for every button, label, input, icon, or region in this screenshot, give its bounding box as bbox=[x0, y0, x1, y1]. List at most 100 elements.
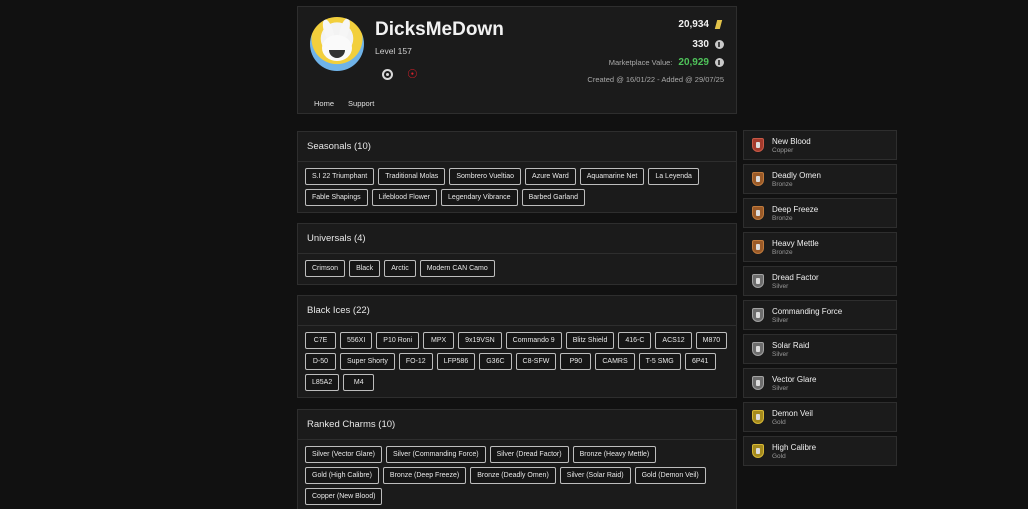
item-tag[interactable]: S.I 22 Triumphant bbox=[305, 168, 375, 185]
charm-badge-icon bbox=[752, 274, 764, 288]
item-tag[interactable]: Bronze (Deep Freeze) bbox=[382, 467, 467, 484]
item-tag[interactable]: Aquamarine Net bbox=[579, 168, 645, 185]
charm-tier: Silver bbox=[772, 351, 789, 358]
ubisoft-icon[interactable] bbox=[382, 69, 393, 80]
universals-list: Crimson Black Arctic Modern CAN Camo bbox=[298, 254, 736, 283]
item-tag[interactable]: Bronze (Deadly Omen) bbox=[470, 467, 556, 484]
section-title: Black Ices (22) bbox=[298, 296, 736, 326]
item-tag[interactable]: MPX bbox=[423, 332, 455, 349]
marketplace-label: Marketplace Value: bbox=[608, 58, 673, 67]
charm-card[interactable]: New Blood Copper bbox=[743, 130, 897, 160]
item-tag[interactable]: P90 bbox=[560, 353, 592, 370]
item-tag[interactable]: Black bbox=[349, 260, 381, 277]
item-tag[interactable]: Crimson bbox=[305, 260, 346, 277]
item-tag[interactable]: M4 bbox=[343, 374, 375, 391]
item-tag[interactable]: 416-C bbox=[618, 332, 652, 349]
section-title: Ranked Charms (10) bbox=[298, 410, 736, 440]
charm-card[interactable]: Vector Glare Silver bbox=[743, 368, 897, 398]
username: DicksMeDown bbox=[375, 19, 504, 40]
item-tag[interactable]: P10 Roni bbox=[376, 332, 420, 349]
item-tag[interactable]: 556XI bbox=[340, 332, 373, 349]
item-tag[interactable]: Arctic bbox=[384, 260, 416, 277]
item-tag[interactable]: T-5 SMG bbox=[638, 353, 681, 370]
profile-nav: Home Support bbox=[314, 99, 374, 108]
item-tag[interactable]: D-50 bbox=[305, 353, 336, 370]
item-tag[interactable]: Commando 9 bbox=[505, 332, 562, 349]
item-tag[interactable]: Silver (Solar Raid) bbox=[559, 467, 631, 484]
item-tag[interactable]: Barbed Garland bbox=[521, 189, 585, 206]
charm-name: Heavy Mettle bbox=[772, 239, 819, 248]
charm-name: Commanding Force bbox=[772, 307, 843, 316]
section-title: Seasonals (10) bbox=[298, 132, 736, 162]
charm-card[interactable]: Deadly Omen Bronze bbox=[743, 164, 897, 194]
charm-card[interactable]: High Calibre Gold bbox=[743, 436, 897, 466]
item-tag[interactable]: Copper (New Blood) bbox=[305, 488, 383, 505]
item-tag[interactable]: Blitz Shield bbox=[565, 332, 615, 349]
renown-coin-icon bbox=[715, 40, 724, 49]
charm-tier: Bronze bbox=[772, 249, 793, 256]
item-tag[interactable]: 9x19VSN bbox=[458, 332, 502, 349]
ranked-charms-list: Silver (Vector Glare) Silver (Commanding … bbox=[298, 440, 736, 509]
charm-badge-icon bbox=[752, 138, 764, 152]
item-tag[interactable]: Gold (High Calibre) bbox=[305, 467, 379, 484]
item-tag[interactable]: Super Shorty bbox=[340, 353, 395, 370]
item-tag[interactable]: Sombrero Vueltiao bbox=[449, 168, 522, 185]
charm-card[interactable]: Solar Raid Silver bbox=[743, 334, 897, 364]
charm-tier: Copper bbox=[772, 147, 794, 154]
item-tag[interactable]: Fable Shapings bbox=[305, 189, 368, 206]
item-tag[interactable]: Traditional Molas bbox=[378, 168, 446, 185]
charm-name: High Calibre bbox=[772, 443, 817, 452]
item-tag[interactable]: G36C bbox=[479, 353, 512, 370]
item-tag[interactable]: L85A2 bbox=[305, 374, 340, 391]
item-tag[interactable]: Silver (Vector Glare) bbox=[305, 446, 383, 463]
avatar bbox=[310, 17, 364, 71]
item-tag[interactable]: La Leyenda bbox=[648, 168, 699, 185]
charm-tier: Bronze bbox=[772, 215, 793, 222]
player-level: Level 157 bbox=[375, 46, 412, 56]
item-tag[interactable]: CAMRS bbox=[595, 353, 635, 370]
nav-support-link[interactable]: Support bbox=[348, 99, 374, 108]
item-tag[interactable]: LFP586 bbox=[436, 353, 476, 370]
item-tag[interactable]: M870 bbox=[695, 332, 728, 349]
item-tag[interactable]: Modern CAN Camo bbox=[419, 260, 495, 277]
item-tag[interactable]: Silver (Dread Factor) bbox=[489, 446, 569, 463]
black-ices-list: C7E 556XI P10 Roni MPX 9x19VSN Commando 9 Blit… bbox=[298, 326, 736, 397]
item-tag[interactable]: C8-SFW bbox=[515, 353, 557, 370]
charm-badge-icon bbox=[752, 240, 764, 254]
item-tag[interactable]: ACS12 bbox=[655, 332, 692, 349]
charm-badge-icon bbox=[752, 206, 764, 220]
charm-badge-icon bbox=[752, 410, 764, 424]
item-tag[interactable]: Bronze (Heavy Mettle) bbox=[572, 446, 657, 463]
charm-name: Deadly Omen bbox=[772, 171, 821, 180]
charm-name: Deep Freeze bbox=[772, 205, 819, 214]
charm-card[interactable]: Commanding Force Silver bbox=[743, 300, 897, 330]
item-tag[interactable]: Silver (Commanding Force) bbox=[386, 446, 486, 463]
charm-name: Demon Veil bbox=[772, 409, 813, 418]
charm-name: Dread Factor bbox=[772, 273, 819, 282]
renown-stat: 330 bbox=[692, 39, 724, 50]
gold-bars-icon bbox=[715, 20, 724, 29]
renown-value: 330 bbox=[692, 39, 709, 50]
universals-section: Universals (4) Crimson Black Arctic Modern … bbox=[297, 223, 737, 285]
charm-card[interactable]: Dread Factor Silver bbox=[743, 266, 897, 296]
item-tag[interactable]: Gold (Demon Veil) bbox=[634, 467, 706, 484]
ranked-charms-section: Ranked Charms (10) Silver (Vector Glare)… bbox=[297, 409, 737, 509]
charm-card[interactable]: Heavy Mettle Bronze bbox=[743, 232, 897, 262]
section-title: Universals (4) bbox=[298, 224, 736, 254]
charm-card[interactable]: Deep Freeze Bronze bbox=[743, 198, 897, 228]
item-tag[interactable]: Legendary Vibrance bbox=[441, 189, 518, 206]
item-tag[interactable]: 6P41 bbox=[684, 353, 716, 370]
item-tag[interactable]: C7E bbox=[305, 332, 336, 349]
black-ices-section: Black Ices (22) C7E 556XI P10 Roni MPX 9x19V… bbox=[297, 295, 737, 398]
item-tag[interactable]: Lifeblood Flower bbox=[371, 189, 438, 206]
item-tag[interactable]: Azure Ward bbox=[525, 168, 576, 185]
charm-badge-icon bbox=[752, 376, 764, 390]
charm-tier: Gold bbox=[772, 419, 786, 426]
created-date: Created @ 16/01/22 - Added @ 29/07/25 bbox=[587, 75, 724, 84]
charm-tier: Silver bbox=[772, 283, 789, 290]
item-tag[interactable]: FO-12 bbox=[398, 353, 433, 370]
charm-card[interactable]: Demon Veil Gold bbox=[743, 402, 897, 432]
playstation-icon[interactable]: ☉ bbox=[407, 67, 418, 81]
seasonals-list: S.I 22 Triumphant Traditional Molas Sombre… bbox=[298, 162, 736, 212]
nav-home-link[interactable]: Home bbox=[314, 99, 334, 108]
